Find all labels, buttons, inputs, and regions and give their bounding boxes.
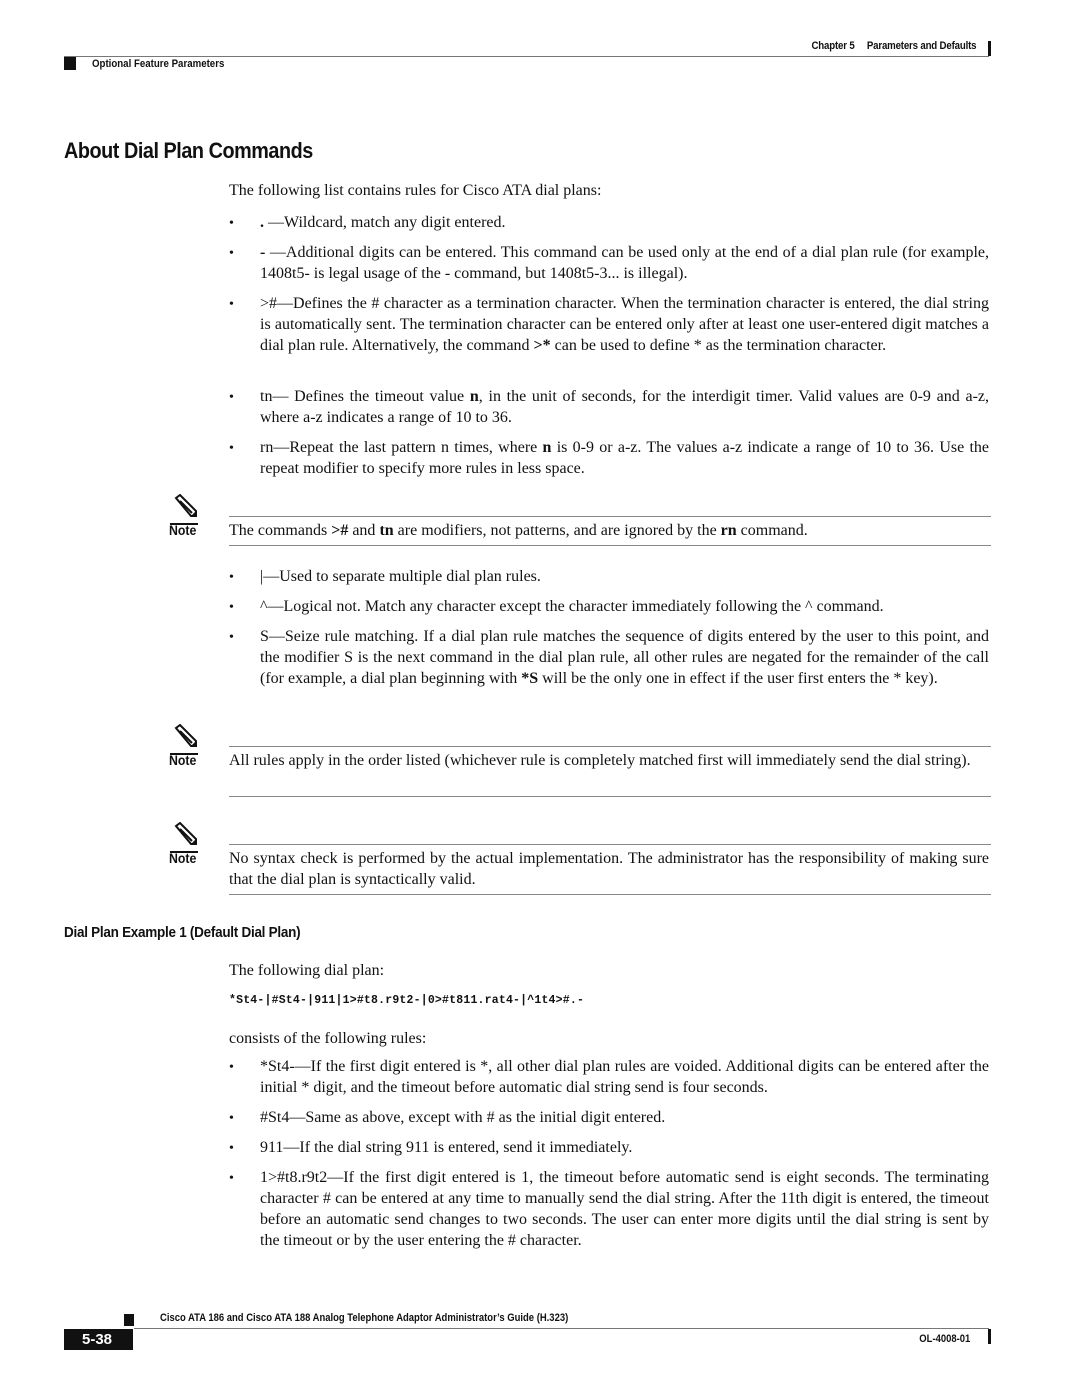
list-item: tn— Defines the timeout value n, in the … bbox=[229, 386, 989, 428]
note-text: No syntax check is performed by the actu… bbox=[229, 850, 989, 888]
rule-text: #St4—Same as above, except with # as the… bbox=[260, 1109, 666, 1126]
page-title: About Dial Plan Commands bbox=[64, 138, 313, 163]
bullet-icon bbox=[229, 1107, 260, 1129]
list-item: 1>#t8.r9t2—If the first digit entered is… bbox=[229, 1167, 989, 1251]
list-item: ^—Logical not. Match any character excep… bbox=[229, 596, 989, 617]
bullet-icon bbox=[229, 437, 260, 459]
example-lead: The following dial plan: bbox=[229, 962, 385, 979]
note-label: Note bbox=[169, 752, 197, 768]
list-item: . —Wildcard, match any digit entered. bbox=[229, 212, 989, 233]
pencil-note-icon bbox=[174, 822, 197, 845]
rule-text: S—Seize rule matching. If a dial plan ru… bbox=[260, 628, 989, 687]
note-top-rule bbox=[229, 746, 991, 747]
rule-text: 1>#t8.r9t2—If the first digit entered is… bbox=[260, 1169, 989, 1249]
footer-marker-bar bbox=[988, 1329, 991, 1344]
note-top-rule bbox=[229, 844, 991, 845]
document-id: OL-4008-01 bbox=[918, 1333, 970, 1345]
bullet-icon bbox=[229, 566, 260, 588]
rule-text: rn—Repeat the last pattern n times, wher… bbox=[260, 439, 990, 477]
bullet-icon bbox=[229, 1056, 260, 1078]
footer-marker bbox=[124, 1314, 134, 1326]
example-consists: consists of the following rules: bbox=[229, 1030, 427, 1047]
list-item: #St4—Same as above, except with # as the… bbox=[229, 1107, 989, 1128]
note-bottom-rule bbox=[229, 894, 991, 895]
bullet-icon bbox=[229, 242, 260, 264]
list-item: >#—Defines the # character as a terminat… bbox=[229, 293, 989, 356]
section-heading: Dial Plan Example 1 (Default Dial Plan) bbox=[64, 924, 301, 941]
note-text: The commands ># and tn are modifiers, no… bbox=[229, 522, 808, 539]
footer-guide-title: Cisco ATA 186 and Cisco ATA 188 Analog T… bbox=[160, 1312, 569, 1324]
bullet-icon bbox=[229, 1167, 260, 1189]
rule-text: 911—If the dial string 911 is entered, s… bbox=[260, 1139, 633, 1156]
note-label: Note bbox=[169, 522, 197, 538]
running-header-section: Optional Feature Parameters bbox=[92, 58, 225, 70]
note-bottom-rule bbox=[229, 545, 991, 546]
rule-text: tn— Defines the timeout value n, in the … bbox=[260, 388, 990, 426]
header-rule bbox=[64, 56, 989, 57]
page-number: 5-38 bbox=[64, 1329, 133, 1350]
list-item: *St4-—If the first digit entered is *, a… bbox=[229, 1056, 989, 1098]
list-item: rn—Repeat the last pattern n times, wher… bbox=[229, 437, 989, 479]
bullet-icon bbox=[229, 1137, 260, 1159]
rule-text: . —Wildcard, match any digit entered. bbox=[260, 214, 506, 231]
rule-text: *St4-—If the first digit entered is *, a… bbox=[260, 1058, 989, 1096]
bullet-icon bbox=[229, 212, 260, 234]
bullet-icon bbox=[229, 626, 260, 648]
list-item: S—Seize rule matching. If a dial plan ru… bbox=[229, 626, 989, 689]
note-top-rule bbox=[229, 516, 991, 517]
pencil-note-icon bbox=[174, 724, 197, 747]
bullet-icon bbox=[229, 293, 260, 315]
rule-text: ^—Logical not. Match any character excep… bbox=[260, 598, 884, 615]
list-item: - —Additional digits can be entered. Thi… bbox=[229, 242, 989, 284]
rule-text: >#—Defines the # character as a terminat… bbox=[260, 295, 989, 354]
footer-rule bbox=[134, 1328, 989, 1329]
list-item: |—Used to separate multiple dial plan ru… bbox=[229, 566, 989, 587]
header-marker-bar bbox=[988, 41, 991, 56]
header-section-marker bbox=[64, 57, 76, 70]
note-text: All rules apply in the order listed (whi… bbox=[229, 752, 971, 769]
dial-plan-code: *St4-|#St4-|911|1>#t8.r9t2-|0>#t811.rat4… bbox=[229, 994, 585, 1007]
running-header-chapter: Chapter 5 Parameters and Defaults bbox=[811, 40, 976, 52]
intro-paragraph: The following list contains rules for Ci… bbox=[229, 182, 602, 199]
bullet-icon bbox=[229, 596, 260, 618]
rule-text: - —Additional digits can be entered. Thi… bbox=[260, 244, 989, 282]
rule-text: |—Used to separate multiple dial plan ru… bbox=[260, 568, 541, 585]
bullet-icon bbox=[229, 386, 260, 408]
pencil-note-icon bbox=[174, 494, 197, 517]
chapter-title: Parameters and Defaults bbox=[866, 40, 977, 52]
note-bottom-rule bbox=[229, 796, 991, 797]
note-label: Note bbox=[169, 850, 197, 866]
list-item: 911—If the dial string 911 is entered, s… bbox=[229, 1137, 989, 1158]
chapter-number: Chapter 5 bbox=[811, 40, 855, 52]
